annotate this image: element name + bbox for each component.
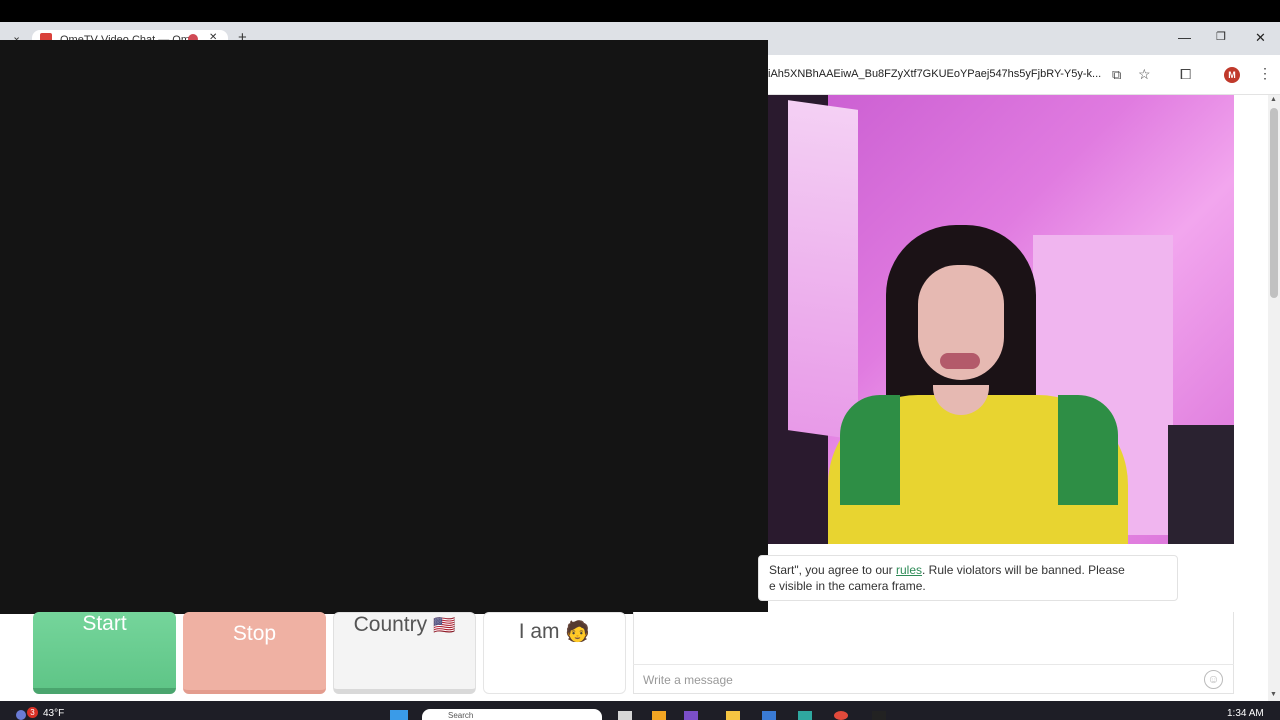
task-view-icon[interactable] bbox=[618, 711, 632, 720]
browser-menu-icon[interactable]: ⋮ bbox=[1258, 66, 1272, 80]
remote-video bbox=[768, 95, 1234, 544]
message-input[interactable]: Write a message bbox=[633, 664, 1234, 694]
room-light-panel bbox=[788, 100, 858, 440]
scroll-up-arrow-icon[interactable]: ▲ bbox=[1270, 96, 1277, 103]
i-am-button[interactable]: I am 🧑 bbox=[483, 612, 626, 694]
stop-button[interactable]: Stop bbox=[183, 612, 326, 694]
us-flag-icon: 🇺🇸 bbox=[432, 615, 456, 635]
extensions-icon[interactable]: ⧠ bbox=[1180, 67, 1191, 81]
clock-time[interactable]: 1:34 AM bbox=[1227, 708, 1264, 719]
weather-temperature[interactable]: 43°F bbox=[43, 708, 64, 719]
taskbar-search-box[interactable]: Search bbox=[422, 709, 602, 720]
notice-text: Start", you agree to our bbox=[769, 563, 896, 577]
scroll-down-arrow-icon[interactable]: ▼ bbox=[1270, 691, 1277, 698]
restore-button[interactable]: ❐ bbox=[1216, 30, 1226, 43]
profile-avatar[interactable]: M bbox=[1224, 67, 1240, 83]
windows-start-icon[interactable] bbox=[390, 710, 408, 720]
shirt-right-sleeve bbox=[1058, 395, 1118, 505]
shirt-left-sleeve bbox=[840, 395, 900, 505]
notice-text-cont: . Rule violators will be banned. Please bbox=[922, 563, 1125, 577]
start-button[interactable]: Start bbox=[33, 612, 176, 694]
window-close-button[interactable]: ✕ bbox=[1255, 30, 1266, 46]
teams-icon[interactable] bbox=[684, 711, 698, 720]
minimize-button[interactable]: — bbox=[1178, 30, 1191, 45]
rules-notice: Start", you agree to our rules. Rule vio… bbox=[758, 555, 1178, 601]
install-app-icon[interactable]: ⧉ bbox=[1112, 68, 1121, 82]
local-video-overlay bbox=[0, 40, 768, 614]
address-bar[interactable]: iAh5XNBhAAEiwA_Bu8FZyXtf7GKUEoYPaej547hs… bbox=[768, 68, 1101, 80]
store-icon[interactable] bbox=[762, 711, 776, 720]
notice-line-2: e visible in the camera frame. bbox=[769, 579, 926, 593]
start-label: Start bbox=[82, 612, 127, 635]
weather-badge: 3 bbox=[27, 707, 38, 718]
windows-taskbar bbox=[0, 701, 1280, 720]
app-icon-2[interactable] bbox=[872, 711, 886, 720]
taskbar-search-label: Search bbox=[448, 711, 474, 720]
emoji-smiley-icon[interactable]: ☺ bbox=[1204, 670, 1223, 689]
message-placeholder: Write a message bbox=[643, 673, 733, 687]
weather-icon[interactable] bbox=[16, 710, 26, 720]
person-mouth bbox=[940, 353, 980, 369]
file-explorer-icon[interactable] bbox=[726, 711, 740, 720]
chrome-icon[interactable] bbox=[834, 711, 848, 720]
country-label: Country bbox=[353, 613, 428, 636]
app-icon[interactable] bbox=[652, 711, 666, 720]
country-button[interactable]: Country 🇺🇸 bbox=[333, 612, 476, 694]
edge-icon[interactable] bbox=[798, 711, 812, 720]
rules-link[interactable]: rules bbox=[896, 563, 922, 577]
gender-avatar-icon: 🧑 bbox=[565, 621, 591, 643]
room-chair bbox=[1168, 425, 1234, 544]
i-am-label: I am bbox=[518, 620, 560, 643]
scrollbar-thumb[interactable] bbox=[1270, 108, 1278, 298]
stop-label: Stop bbox=[232, 622, 277, 645]
bookmark-star-icon[interactable]: ☆ bbox=[1138, 67, 1151, 81]
screen-top-bar bbox=[0, 0, 1280, 22]
